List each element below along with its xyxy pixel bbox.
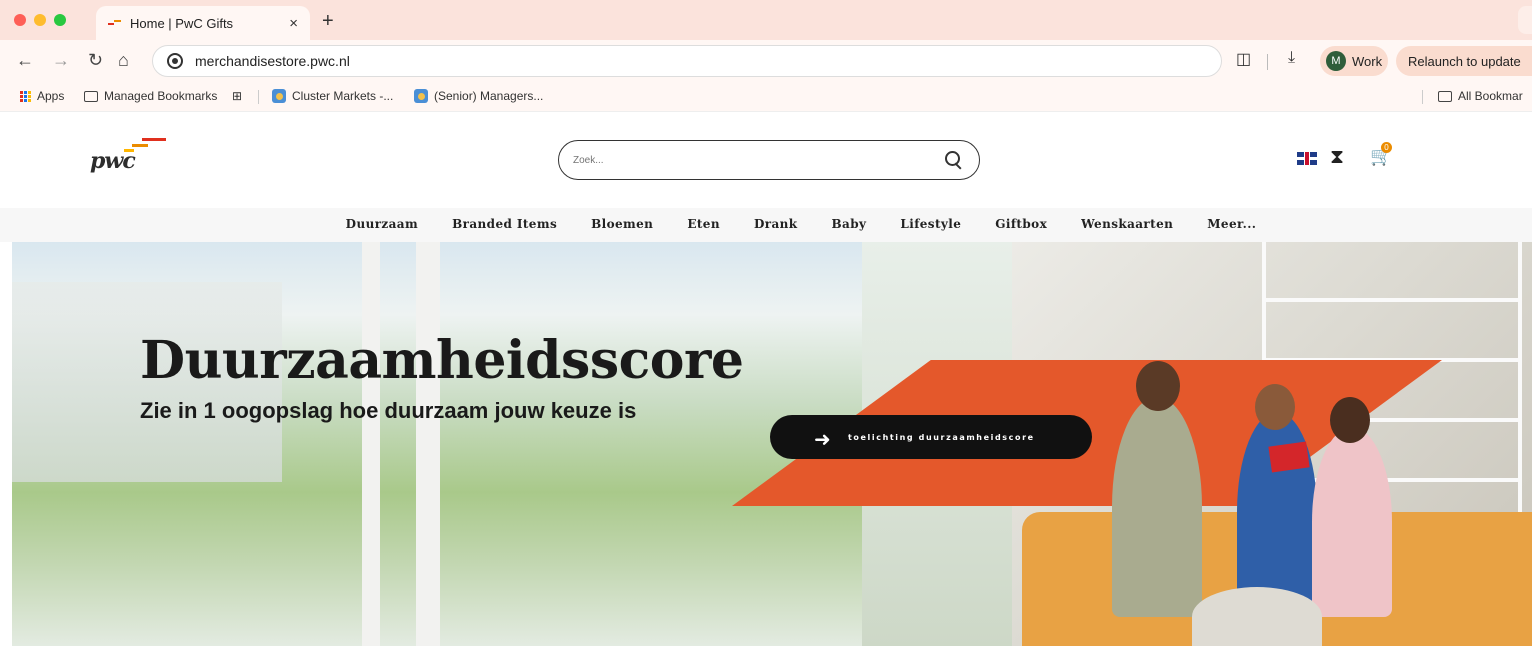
- bookmark-divider-right: [1422, 90, 1423, 104]
- url-text[interactable]: merchandisestore.pwc.nl: [195, 53, 350, 69]
- all-bookmarks-folder-icon: [1438, 90, 1452, 102]
- bookmark-cluster[interactable]: Cluster Markets -...: [272, 89, 393, 103]
- hero-subtitle: Zie in 1 oogopslag hoe duurzaam jouw keu…: [140, 398, 637, 423]
- tab-title: Home | PwC Gifts: [130, 15, 234, 31]
- minimize-window-button[interactable]: [34, 14, 46, 26]
- bookmark-apps[interactable]: Apps: [20, 89, 64, 103]
- tab-close-icon[interactable]: ×: [289, 15, 298, 32]
- browser-tab[interactable]: Home | PwC Gifts ×: [96, 6, 310, 40]
- hero-table: [1192, 587, 1322, 646]
- address-bar[interactable]: merchandisestore.pwc.nl: [152, 45, 1222, 77]
- bookmark-all[interactable]: All Bookmar: [1438, 89, 1523, 103]
- hero-banner: Duurzaamheidsscore Zie in 1 oogopslag ho…: [12, 242, 1532, 646]
- nav-item-branded-items[interactable]: Branded Items: [452, 208, 557, 242]
- browser-toolbar: ← → ↻ ⌂ merchandisestore.pwc.nl ◫ ⤓ M Wo…: [0, 40, 1532, 82]
- browser-tab-bar: Home | PwC Gifts × +: [0, 0, 1532, 40]
- window-frame: [362, 242, 380, 646]
- profile-avatar: M: [1326, 51, 1346, 71]
- nav-item-giftbox[interactable]: Giftbox: [995, 208, 1047, 242]
- extensions-icon[interactable]: ◫: [1236, 49, 1251, 69]
- nav-item-eten[interactable]: Eten: [687, 208, 720, 242]
- back-arrow-icon[interactable]: ←: [16, 49, 34, 71]
- download-icon[interactable]: ⤓: [1288, 49, 1295, 67]
- bookmark-senior-label: (Senior) Managers...: [434, 89, 544, 103]
- hero-person-man: [1112, 361, 1202, 617]
- relaunch-button[interactable]: Relaunch to update: [1396, 46, 1532, 76]
- main-navigation: Duurzaam Branded Items Bloemen Eten Dran…: [0, 208, 1532, 242]
- bookmark-cluster-label: Cluster Markets -...: [292, 89, 394, 103]
- apps-grid-icon: [20, 90, 31, 102]
- hero-gift-box: [1268, 441, 1310, 473]
- search-input[interactable]: [573, 154, 943, 166]
- forward-arrow-icon[interactable]: →: [52, 49, 70, 71]
- grid-icon: ⊞: [232, 89, 243, 103]
- search-bar: [558, 140, 980, 180]
- home-icon[interactable]: ⌂: [118, 49, 129, 71]
- maximize-window-button[interactable]: [54, 14, 66, 26]
- profile-button[interactable]: M Work: [1320, 46, 1388, 76]
- pwc-logo[interactable]: pwc: [90, 148, 136, 174]
- nav-item-bloemen[interactable]: Bloemen: [591, 208, 653, 242]
- bookmark-managed-label: Managed Bookmarks: [104, 89, 218, 103]
- pwc-favicon-icon: [108, 18, 122, 28]
- bookmarks-bar: Apps Managed Bookmarks ⊞ Cluster Markets…: [0, 82, 1532, 112]
- uk-flag-icon[interactable]: [1297, 152, 1317, 165]
- toolbar-divider: [1267, 54, 1268, 70]
- bookmark-grid[interactable]: ⊞: [232, 89, 248, 103]
- nav-item-wenskaarten[interactable]: Wenskaarten: [1081, 208, 1173, 242]
- reload-icon[interactable]: ↻: [88, 49, 103, 71]
- close-window-button[interactable]: [14, 14, 26, 26]
- managed-folder-icon: [84, 90, 98, 102]
- bookmark-apps-label: Apps: [37, 89, 65, 103]
- profile-label: Work: [1352, 53, 1383, 69]
- bookmark-divider: [258, 90, 259, 104]
- senior-managers-icon: [414, 89, 428, 103]
- window-frame: [416, 242, 440, 646]
- relaunch-label: Relaunch to update: [1408, 53, 1521, 69]
- bookmark-all-label: All Bookmar: [1458, 89, 1523, 103]
- new-tab-button[interactable]: +: [322, 10, 334, 33]
- nav-item-lifestyle[interactable]: Lifestyle: [900, 208, 961, 242]
- nav-item-baby[interactable]: Baby: [832, 208, 867, 242]
- search-icon[interactable]: [943, 149, 965, 171]
- nav-item-meer[interactable]: Meer...: [1207, 208, 1256, 242]
- tab-search-button[interactable]: [1518, 6, 1532, 34]
- bookmark-senior[interactable]: (Senior) Managers...: [414, 89, 543, 103]
- nav-item-duurzaam[interactable]: Duurzaam: [346, 208, 418, 242]
- bookmark-managed[interactable]: Managed Bookmarks: [84, 89, 217, 103]
- support-icon[interactable]: ⧗: [1330, 146, 1344, 169]
- cart-count-badge: 0: [1381, 142, 1392, 153]
- site-header: pwc ⧗ 🛒 0: [0, 112, 1532, 208]
- cta-label: toelichting duurzaamheidscore: [848, 432, 1035, 442]
- cluster-markets-icon: [272, 89, 286, 103]
- arrow-right-icon: ➜: [814, 427, 833, 451]
- hero-title: Duurzaamheidsscore: [140, 330, 744, 391]
- nav-item-drank[interactable]: Drank: [754, 208, 798, 242]
- hero-person-woman-right: [1312, 397, 1392, 617]
- site-info-icon[interactable]: [167, 53, 183, 69]
- cta-button[interactable]: ➜ toelichting duurzaamheidscore: [770, 415, 1092, 459]
